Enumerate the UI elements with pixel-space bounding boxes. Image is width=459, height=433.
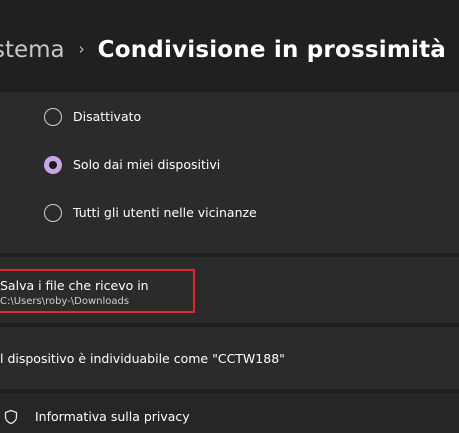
chevron-right-icon: ›: [78, 40, 85, 58]
breadcrumb: stema › Condivisione in prossimità: [0, 34, 446, 66]
breadcrumb-parent[interactable]: stema: [0, 34, 65, 66]
radio-button-selected[interactable]: [44, 156, 62, 174]
radio-label: Tutti gli utenti nelle vicinanze: [73, 205, 257, 220]
radio-button[interactable]: [44, 108, 62, 126]
radio-option-my-devices[interactable]: Solo dai miei dispositivi: [44, 155, 220, 175]
radio-label: Solo dai miei dispositivi: [73, 157, 221, 172]
device-discovery-text: l dispositivo è individuabile come "CCTW…: [0, 351, 285, 366]
radio-label: Disattivato: [73, 109, 142, 124]
radio-button[interactable]: [44, 204, 62, 222]
radio-option-off[interactable]: Disattivato: [44, 107, 141, 127]
page-header: stema › Condivisione in prossimità: [0, 0, 459, 92]
shield-icon: [4, 409, 18, 425]
save-location-path: C:\Users\roby-\Downloads: [0, 296, 130, 307]
radio-option-everyone-nearby[interactable]: Tutti gli utenti nelle vicinanze: [44, 203, 257, 223]
page-title: Condivisione in prossimità: [97, 37, 446, 63]
privacy-link[interactable]: Informativa sulla privacy: [35, 409, 190, 425]
save-location-title: Salva i file che ricevo in: [0, 278, 149, 293]
